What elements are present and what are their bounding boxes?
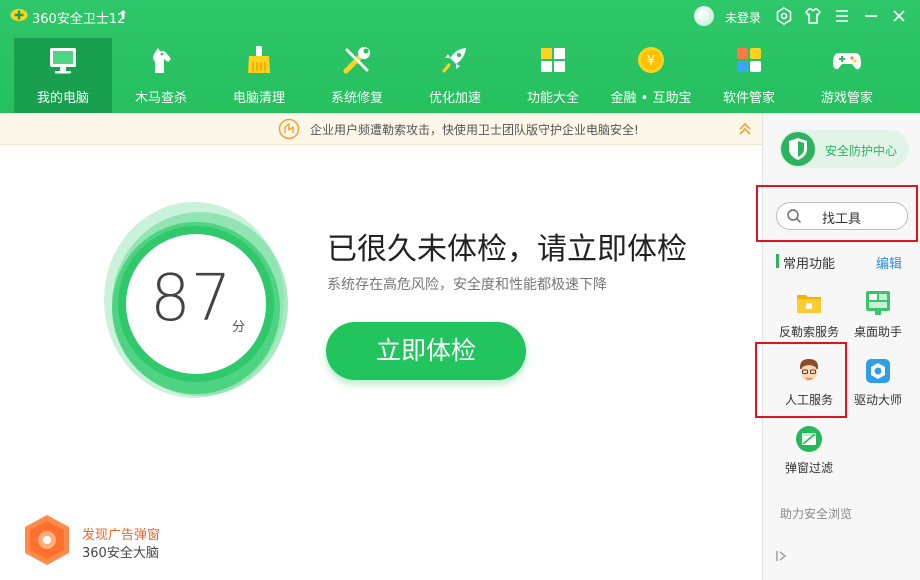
- security-brain-icon[interactable]: [22, 513, 72, 567]
- tool-label: 弹窗过滤: [784, 461, 833, 475]
- security-center-label: 安全防护中心: [825, 144, 898, 158]
- common-functions-title: 常用功能: [783, 257, 836, 272]
- support-person-icon: [800, 359, 818, 381]
- tool-desktop-assistant[interactable]: 桌面助手: [838, 288, 918, 348]
- search-label: 找工具: [822, 212, 862, 227]
- broom-icon: [248, 46, 270, 73]
- nav-label: 功能大全: [526, 91, 579, 106]
- nav-item-trojan-scan[interactable]: 木马查杀: [112, 38, 210, 113]
- software-store-icon: [737, 48, 761, 72]
- tool-label: 驱动大师: [853, 393, 902, 407]
- app-title: 360安全卫士12: [32, 12, 126, 27]
- nav-item-all-features[interactable]: 功能大全: [504, 38, 602, 113]
- nav-label: 木马查杀: [134, 91, 187, 106]
- notice-bar[interactable]: 企业用户频遭勒索攻击，快使用卫士团队版守护企业电脑安全!: [0, 113, 762, 145]
- login-link[interactable]: 未登录: [725, 9, 761, 26]
- tool-human-support[interactable]: 人工服务: [769, 356, 849, 416]
- headline: 已很久未体检，请立即体检: [327, 232, 687, 267]
- desktop-assistant-icon: [866, 291, 890, 315]
- check-now-button[interactable]: 立即体检: [326, 322, 526, 380]
- driver-icon: [866, 359, 890, 383]
- menu-icon[interactable]: [832, 6, 852, 26]
- shield-icon: [781, 132, 815, 166]
- collapse-up-icon[interactable]: [737, 121, 753, 137]
- svg-text:¥: ¥: [647, 54, 655, 69]
- expand-sidebar-icon[interactable]: [775, 550, 787, 562]
- tool-driver-master[interactable]: 驱动大师: [838, 356, 918, 416]
- nav-label: 软件管家: [722, 91, 775, 106]
- nav-label: 系统修复: [330, 91, 383, 106]
- nav-label: 我的电脑: [36, 91, 89, 106]
- upgrade-arrow-icon[interactable]: ⬆: [118, 8, 128, 22]
- section-marker: [776, 254, 779, 268]
- apps-grid-icon: [541, 48, 565, 72]
- title-bar: 360安全卫士12 ⬆ 未登录: [0, 0, 920, 32]
- settings-hex-icon[interactable]: [774, 6, 794, 26]
- nav-item-system-repair[interactable]: 系统修复: [308, 38, 406, 113]
- skin-shirt-icon[interactable]: [803, 6, 823, 26]
- search-icon: [787, 209, 801, 223]
- wrench-icon: [343, 47, 370, 74]
- nav-label: 游戏管家: [820, 91, 873, 106]
- nav-item-finance[interactable]: ¥ 金融 • 互助宝: [602, 38, 700, 113]
- rocket-icon: [442, 48, 466, 73]
- nav-item-my-computer[interactable]: 我的电脑: [14, 38, 112, 113]
- brain-alert-title[interactable]: 发现广告弹窗: [82, 524, 160, 543]
- score-unit: 分: [232, 320, 246, 335]
- nav-item-speedup[interactable]: 优化加速: [406, 38, 504, 113]
- monitor-icon: [50, 48, 76, 74]
- close-icon[interactable]: [889, 6, 909, 26]
- brain-subtitle: 360安全大脑: [82, 546, 159, 561]
- edit-link[interactable]: 编辑: [876, 253, 902, 272]
- yen-coin-icon: ¥: [638, 47, 664, 73]
- nav-item-game-manager[interactable]: 游戏管家: [798, 38, 896, 113]
- subline: 系统存在高危风险，安全度和性能都极速下降: [327, 277, 607, 293]
- tool-label: 人工服务: [784, 393, 833, 407]
- avatar[interactable]: [694, 6, 714, 26]
- tool-label: 桌面助手: [853, 325, 902, 339]
- main-nav: 我的电脑 木马查杀 电脑清理 系统修复 优化加速 功能大全 ¥ 金融 • 互助宝…: [14, 38, 914, 113]
- nav-item-software-manager[interactable]: 软件管家: [700, 38, 798, 113]
- nav-label: 电脑清理: [232, 91, 285, 106]
- nav-item-cleanup[interactable]: 电脑清理: [210, 38, 308, 113]
- nav-label: 优化加速: [428, 91, 481, 106]
- tool-label: 反勒索服务: [778, 325, 839, 339]
- tool-popup-filter[interactable]: 弹窗过滤: [769, 424, 849, 484]
- notice-text[interactable]: 企业用户频遭勒索攻击，快使用卫士团队版守护企业电脑安全!: [310, 121, 639, 138]
- score-value: 87: [150, 262, 232, 336]
- minimize-icon[interactable]: [861, 6, 881, 26]
- horse-icon: [153, 48, 171, 73]
- folder-lock-icon: [797, 295, 821, 313]
- app-logo-icon: [10, 9, 28, 21]
- header-bar: 360安全卫士12 ⬆ 未登录 我的电脑 木马查杀 电脑清理 系统修复 优化加速…: [0, 0, 920, 113]
- popup-filter-icon: [796, 426, 822, 452]
- nav-label: 金融 • 互助宝: [610, 91, 692, 106]
- tool-anti-ransomware[interactable]: 反勒索服务: [769, 288, 849, 348]
- gamepad-icon: [833, 53, 861, 70]
- notice-badge-icon: [278, 118, 300, 140]
- more-features-link[interactable]: 助力安全浏览: [780, 505, 852, 522]
